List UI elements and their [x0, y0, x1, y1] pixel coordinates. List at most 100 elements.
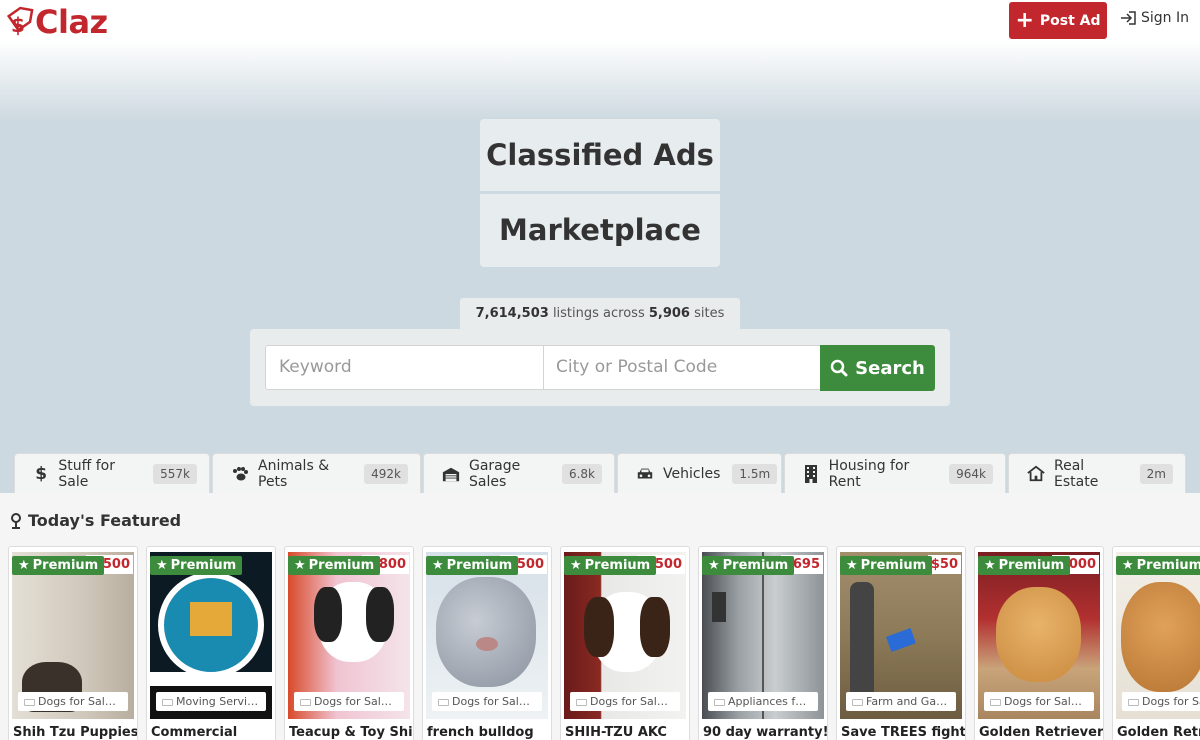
star-icon: ★	[708, 558, 720, 573]
category-tab-stuff-for-sale[interactable]: $ Stuff for Sale 557k	[14, 453, 210, 493]
category-count: 6.8k	[561, 463, 602, 484]
search-button[interactable]: Search	[820, 345, 935, 391]
price-label: $50	[927, 555, 961, 574]
star-icon: ★	[156, 558, 168, 573]
premium-label: Premium	[446, 558, 513, 573]
premium-label: Premium	[860, 558, 927, 573]
plus-icon: +	[1015, 7, 1034, 33]
dollar-icon: $	[35, 463, 48, 484]
category-label: Real Estate	[1054, 457, 1099, 490]
featured-section: Today's Featured ★ Premium 1,500 Dogs for…	[0, 493, 1200, 740]
featured-card[interactable]: ★Premium Dogs for Sal Golden Retrie	[1112, 546, 1200, 740]
category-label: Garage Sales	[469, 457, 521, 490]
category-count: 492k	[364, 463, 408, 484]
premium-badge: ★ Premium	[288, 556, 381, 575]
location-input[interactable]: City or Postal Code	[543, 345, 821, 390]
garage-icon	[442, 465, 460, 483]
category-tabs: $ Stuff for Sale 557k Animals & Pets 492…	[14, 453, 1188, 493]
featured-card[interactable]: ★ Premium Moving Servic... Commercial	[146, 546, 276, 740]
listing-title: Save TREES fight	[841, 725, 966, 740]
svg-text:$: $	[11, 13, 25, 37]
sign-in-link[interactable]: Sign In	[1120, 10, 1189, 26]
category-label: Vehicles	[663, 465, 721, 482]
listing-stats: 7,614,503 listings across 5,906 sites	[460, 298, 740, 331]
search-icon	[830, 359, 848, 377]
listing-title: Golden Retrie	[1117, 725, 1200, 740]
category-tag: Dogs for Sal	[1122, 692, 1200, 711]
category-tab-garage-sales[interactable]: Garage Sales 6.8k	[423, 453, 615, 493]
premium-badge: ★ Premium	[840, 556, 933, 575]
hero-background	[0, 40, 1200, 120]
paw-icon	[231, 465, 249, 483]
search-button-label: Search	[855, 357, 925, 379]
listing-title: Shih Tzu Puppies	[13, 725, 138, 740]
featured-card[interactable]: ★ Premium $50 Farm and Gar... Save TREES …	[836, 546, 966, 740]
premium-badge: ★ Premium	[978, 556, 1071, 575]
category-tab-animals-pets[interactable]: Animals & Pets 492k	[212, 453, 421, 493]
pin-icon	[11, 512, 21, 529]
featured-card[interactable]: ★ Premium 1,500 Dogs for Sale ... SHIH-TZ…	[560, 546, 690, 740]
featured-heading: Today's Featured	[10, 511, 181, 530]
category-count: 1.5m	[732, 463, 778, 484]
star-icon: ★	[18, 558, 30, 573]
premium-label: Premium	[998, 558, 1065, 573]
premium-badge: ★ Premium	[1116, 556, 1200, 575]
price-tag-icon: $	[6, 6, 34, 37]
premium-label: Premium	[584, 558, 651, 573]
car-icon	[636, 465, 654, 483]
featured-card[interactable]: ★ Premium 1,500 Dogs for Sale ... Shih Tz…	[8, 546, 138, 740]
category-tab-vehicles[interactable]: Vehicles 1.5m	[617, 453, 782, 493]
star-icon: ★	[1122, 558, 1134, 573]
category-tab-housing-for-rent[interactable]: Housing for Rent 964k	[784, 453, 1006, 493]
listing-title: Commercial	[151, 725, 238, 740]
category-tag: Dogs for Sale ...	[18, 692, 128, 711]
sign-in-label: Sign In	[1141, 10, 1189, 26]
listing-title: Golden Retriever	[979, 725, 1104, 740]
listing-count: 7,614,503	[475, 306, 549, 321]
listing-count-suffix: listings across	[552, 306, 645, 321]
listing-title: Teacup & Toy Shih	[289, 725, 414, 740]
premium-badge: ★ Premium	[12, 556, 105, 575]
keyword-input[interactable]: Keyword	[265, 345, 544, 390]
premium-badge: ★ Premium	[564, 556, 657, 575]
premium-badge: ★ Premium	[426, 556, 519, 575]
premium-label: Premium	[722, 558, 789, 573]
listing-title: SHIH-TZU AKC	[565, 725, 667, 740]
featured-card[interactable]: ★ Premium 2,800 Dogs for Sale ... Teacup …	[284, 546, 414, 740]
category-count: 2m	[1139, 463, 1173, 484]
hero-title-line2: Marketplace	[480, 194, 720, 267]
featured-heading-text: Today's Featured	[28, 511, 182, 530]
logo-text: Claz	[35, 3, 108, 41]
star-icon: ★	[294, 558, 306, 573]
featured-card[interactable]: ★ Premium $695 Appliances for... 90 day w…	[698, 546, 828, 740]
premium-label: Premium	[170, 558, 237, 573]
category-tab-real-estate[interactable]: Real Estate 2m	[1008, 453, 1186, 493]
category-label: Stuff for Sale	[58, 457, 115, 490]
listing-title: french bulldog	[427, 725, 534, 740]
category-tag: Dogs for Sale ...	[984, 692, 1094, 711]
featured-card[interactable]: ★ Premium 1,000 Dogs for Sale ... Golden …	[974, 546, 1104, 740]
category-tag: Moving Servic...	[156, 692, 266, 711]
site-logo[interactable]: $ Claz	[4, 4, 108, 40]
category-tag: Dogs for Sale ...	[294, 692, 404, 711]
premium-badge: ★ Premium	[702, 556, 795, 575]
star-icon: ★	[570, 558, 582, 573]
sign-in-icon	[1121, 11, 1136, 25]
house-icon	[1027, 465, 1045, 483]
featured-card[interactable]: ★ Premium 3,500 Dogs for Sale ... french …	[422, 546, 552, 740]
building-icon	[803, 464, 820, 483]
premium-label: Premium	[32, 558, 99, 573]
post-ad-label: Post Ad	[1039, 12, 1101, 29]
site-count: 5,906	[648, 306, 690, 321]
category-count: 557k	[153, 463, 197, 484]
site-count-suffix: sites	[694, 306, 725, 321]
premium-label: Premium	[308, 558, 375, 573]
star-icon: ★	[432, 558, 444, 573]
premium-badge: ★ Premium	[150, 556, 243, 575]
search-panel: Keyword City or Postal Code Search	[250, 329, 950, 406]
category-tag: Appliances for...	[708, 692, 818, 711]
star-icon: ★	[984, 558, 996, 573]
listing-title: 90 day warranty!	[703, 725, 828, 740]
post-ad-button[interactable]: + Post Ad	[1009, 2, 1107, 39]
category-label: Housing for Rent	[828, 457, 910, 490]
